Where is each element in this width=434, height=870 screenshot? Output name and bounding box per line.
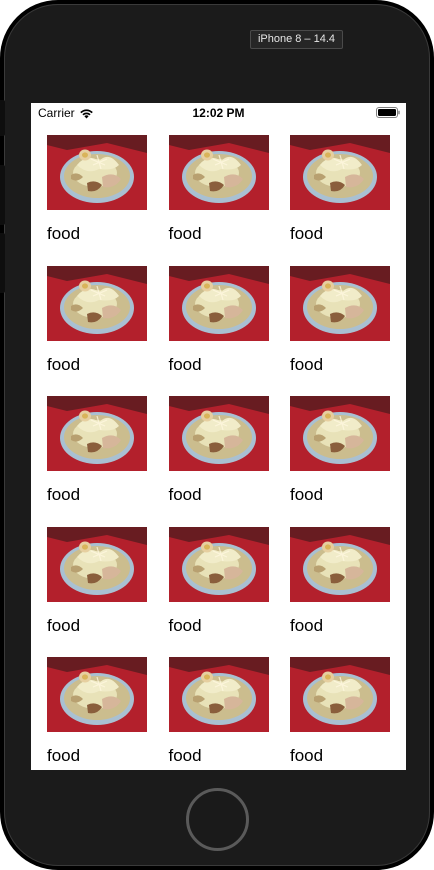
collection-cell[interactable]: food (168, 657, 269, 770)
cell-label: food (168, 485, 202, 504)
food-photo (47, 526, 147, 602)
collection-cell[interactable]: food (168, 396, 269, 527)
status-time: 12:02 PM (192, 106, 245, 120)
collection-cell[interactable]: food (168, 526, 269, 658)
food-photo (290, 135, 390, 210)
cell-label: food (47, 354, 81, 374)
cell-label: food (290, 746, 324, 765)
collection-cell[interactable]: food (290, 265, 390, 397)
status-bar: Carrier 12:02 PM (31, 103, 406, 123)
food-photo (47, 265, 147, 341)
food-photo (168, 396, 269, 471)
battery-icon (376, 107, 400, 118)
cell-label: food (47, 224, 81, 243)
food-photo (168, 265, 269, 341)
collection-cell[interactable]: food (47, 396, 147, 527)
collection-cell[interactable]: food (47, 135, 147, 266)
cell-label: food (290, 354, 324, 374)
collection-cell[interactable]: food (290, 396, 390, 527)
food-photo (290, 396, 390, 471)
mute-switch (0, 100, 5, 136)
food-photo (47, 135, 147, 210)
food-photo (47, 396, 147, 471)
collection-cell[interactable]: food (290, 135, 390, 266)
food-photo (168, 135, 269, 210)
food-collection-grid: food food food food food food food food … (47, 135, 390, 770)
simulator-device-label: iPhone 8 – 14.4 (250, 30, 343, 49)
collection-cell[interactable]: food (290, 526, 390, 658)
collection-cell[interactable]: food (47, 526, 147, 658)
cell-label: food (47, 746, 81, 765)
food-photo (290, 657, 390, 732)
volume-up-button (0, 165, 5, 225)
food-photo (47, 657, 147, 732)
device-frame: iPhone 8 – 14.4 Carrier 12:02 PM food fo… (0, 0, 434, 870)
cell-label: food (168, 224, 202, 243)
cell-label: food (290, 615, 324, 635)
volume-down-button (0, 233, 5, 293)
cell-label: food (168, 354, 202, 374)
cell-label: food (168, 615, 202, 635)
app-screen: Carrier 12:02 PM food food food food foo… (31, 103, 406, 770)
food-photo (290, 526, 390, 602)
cell-label: food (47, 615, 81, 635)
food-photo (168, 526, 269, 602)
cell-label: food (290, 224, 324, 243)
cell-label: food (47, 485, 81, 504)
home-button[interactable] (186, 788, 249, 851)
food-photo (168, 657, 269, 732)
collection-cell[interactable]: food (47, 265, 147, 397)
food-photo (290, 265, 390, 341)
cell-label: food (168, 746, 202, 765)
collection-cell[interactable]: food (290, 657, 390, 770)
collection-cell[interactable]: food (168, 265, 269, 397)
collection-cell[interactable]: food (168, 135, 269, 266)
cell-label: food (290, 485, 324, 504)
collection-cell[interactable]: food (47, 657, 147, 770)
